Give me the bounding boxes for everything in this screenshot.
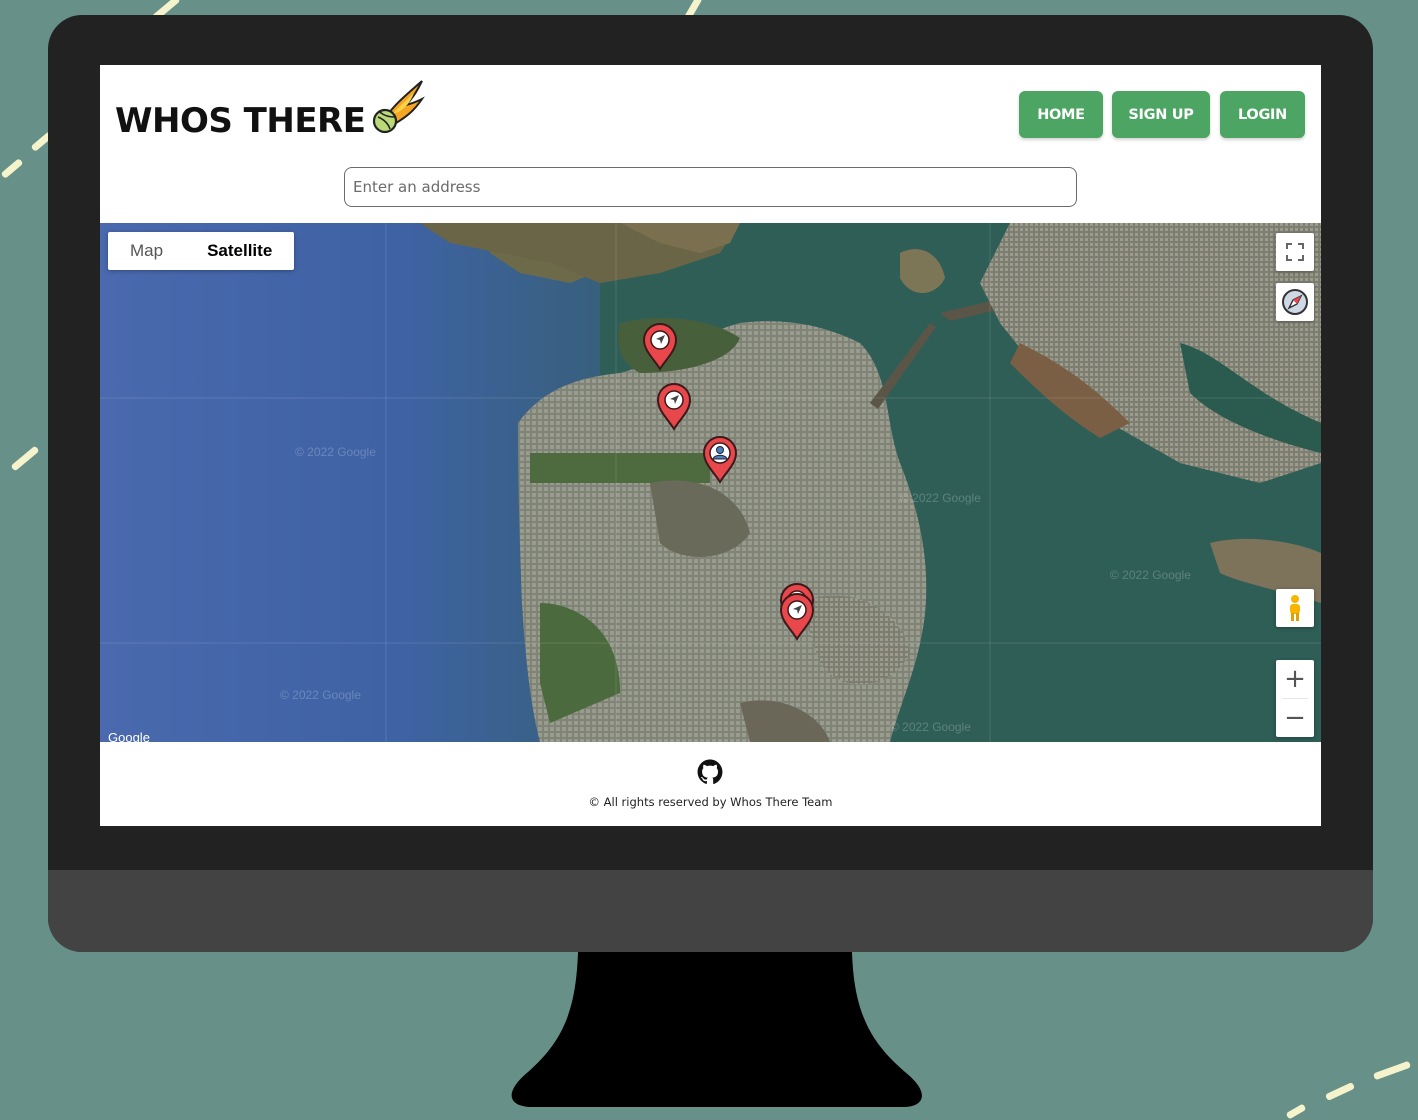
map-type-toggle: Map Satellite [108, 232, 295, 270]
monitor: WHOS THERE HOME SIGN UP LOGIN Enter an a… [48, 15, 1373, 952]
compass-button[interactable] [1276, 283, 1314, 321]
map-watermark: © 2022 Google [890, 720, 971, 734]
map-marker-navigation[interactable] [642, 323, 678, 371]
background-dash [1372, 1060, 1412, 1081]
street-view-button[interactable] [1276, 589, 1314, 627]
map-watermark: © 2022 Google [900, 491, 981, 505]
monitor-chin [48, 870, 1373, 952]
map-type-satellite[interactable]: Satellite [185, 232, 294, 270]
app-screen: WHOS THERE HOME SIGN UP LOGIN Enter an a… [100, 65, 1321, 826]
zoom-out-button[interactable]: − [1276, 699, 1314, 737]
monitor-stand [511, 952, 922, 1107]
map-watermark: © 2022 Google [1110, 568, 1191, 582]
map-marker-navigation[interactable] [779, 593, 815, 641]
compass-icon [1282, 289, 1308, 315]
background-dash [0, 158, 24, 179]
fullscreen-icon [1286, 243, 1304, 261]
fullscreen-button[interactable] [1276, 233, 1314, 271]
map-marker-user[interactable] [702, 436, 738, 484]
map-marker-navigation[interactable] [656, 383, 692, 431]
copyright-text: © All rights reserved by Whos There Team [588, 795, 833, 809]
background-dash [1324, 1081, 1356, 1102]
background-dash [1285, 1103, 1307, 1120]
home-button[interactable]: HOME [1019, 91, 1103, 138]
comet-icon [372, 80, 425, 134]
map-watermark: © 2022 Google [295, 445, 376, 459]
google-attribution: Google [108, 730, 150, 742]
app-logo[interactable]: WHOS THERE [115, 101, 366, 141]
app-header: WHOS THERE HOME SIGN UP LOGIN [100, 65, 1321, 223]
address-search-input[interactable] [344, 167, 1077, 207]
zoom-control: + − [1276, 660, 1314, 737]
zoom-in-button[interactable]: + [1276, 660, 1314, 698]
github-icon[interactable] [697, 759, 723, 785]
pegman-icon [1290, 595, 1300, 621]
login-button[interactable]: LOGIN [1220, 91, 1305, 138]
satellite-map[interactable]: © 2022 Google © 2022 Google © 2022 Googl… [100, 223, 1321, 742]
signup-button[interactable]: SIGN UP [1112, 91, 1210, 138]
map-type-map[interactable]: Map [108, 232, 185, 270]
map-watermark: © 2022 Google [280, 688, 361, 702]
background-dash [10, 445, 40, 472]
app-footer: © All rights reserved by Whos There Team [100, 742, 1321, 826]
